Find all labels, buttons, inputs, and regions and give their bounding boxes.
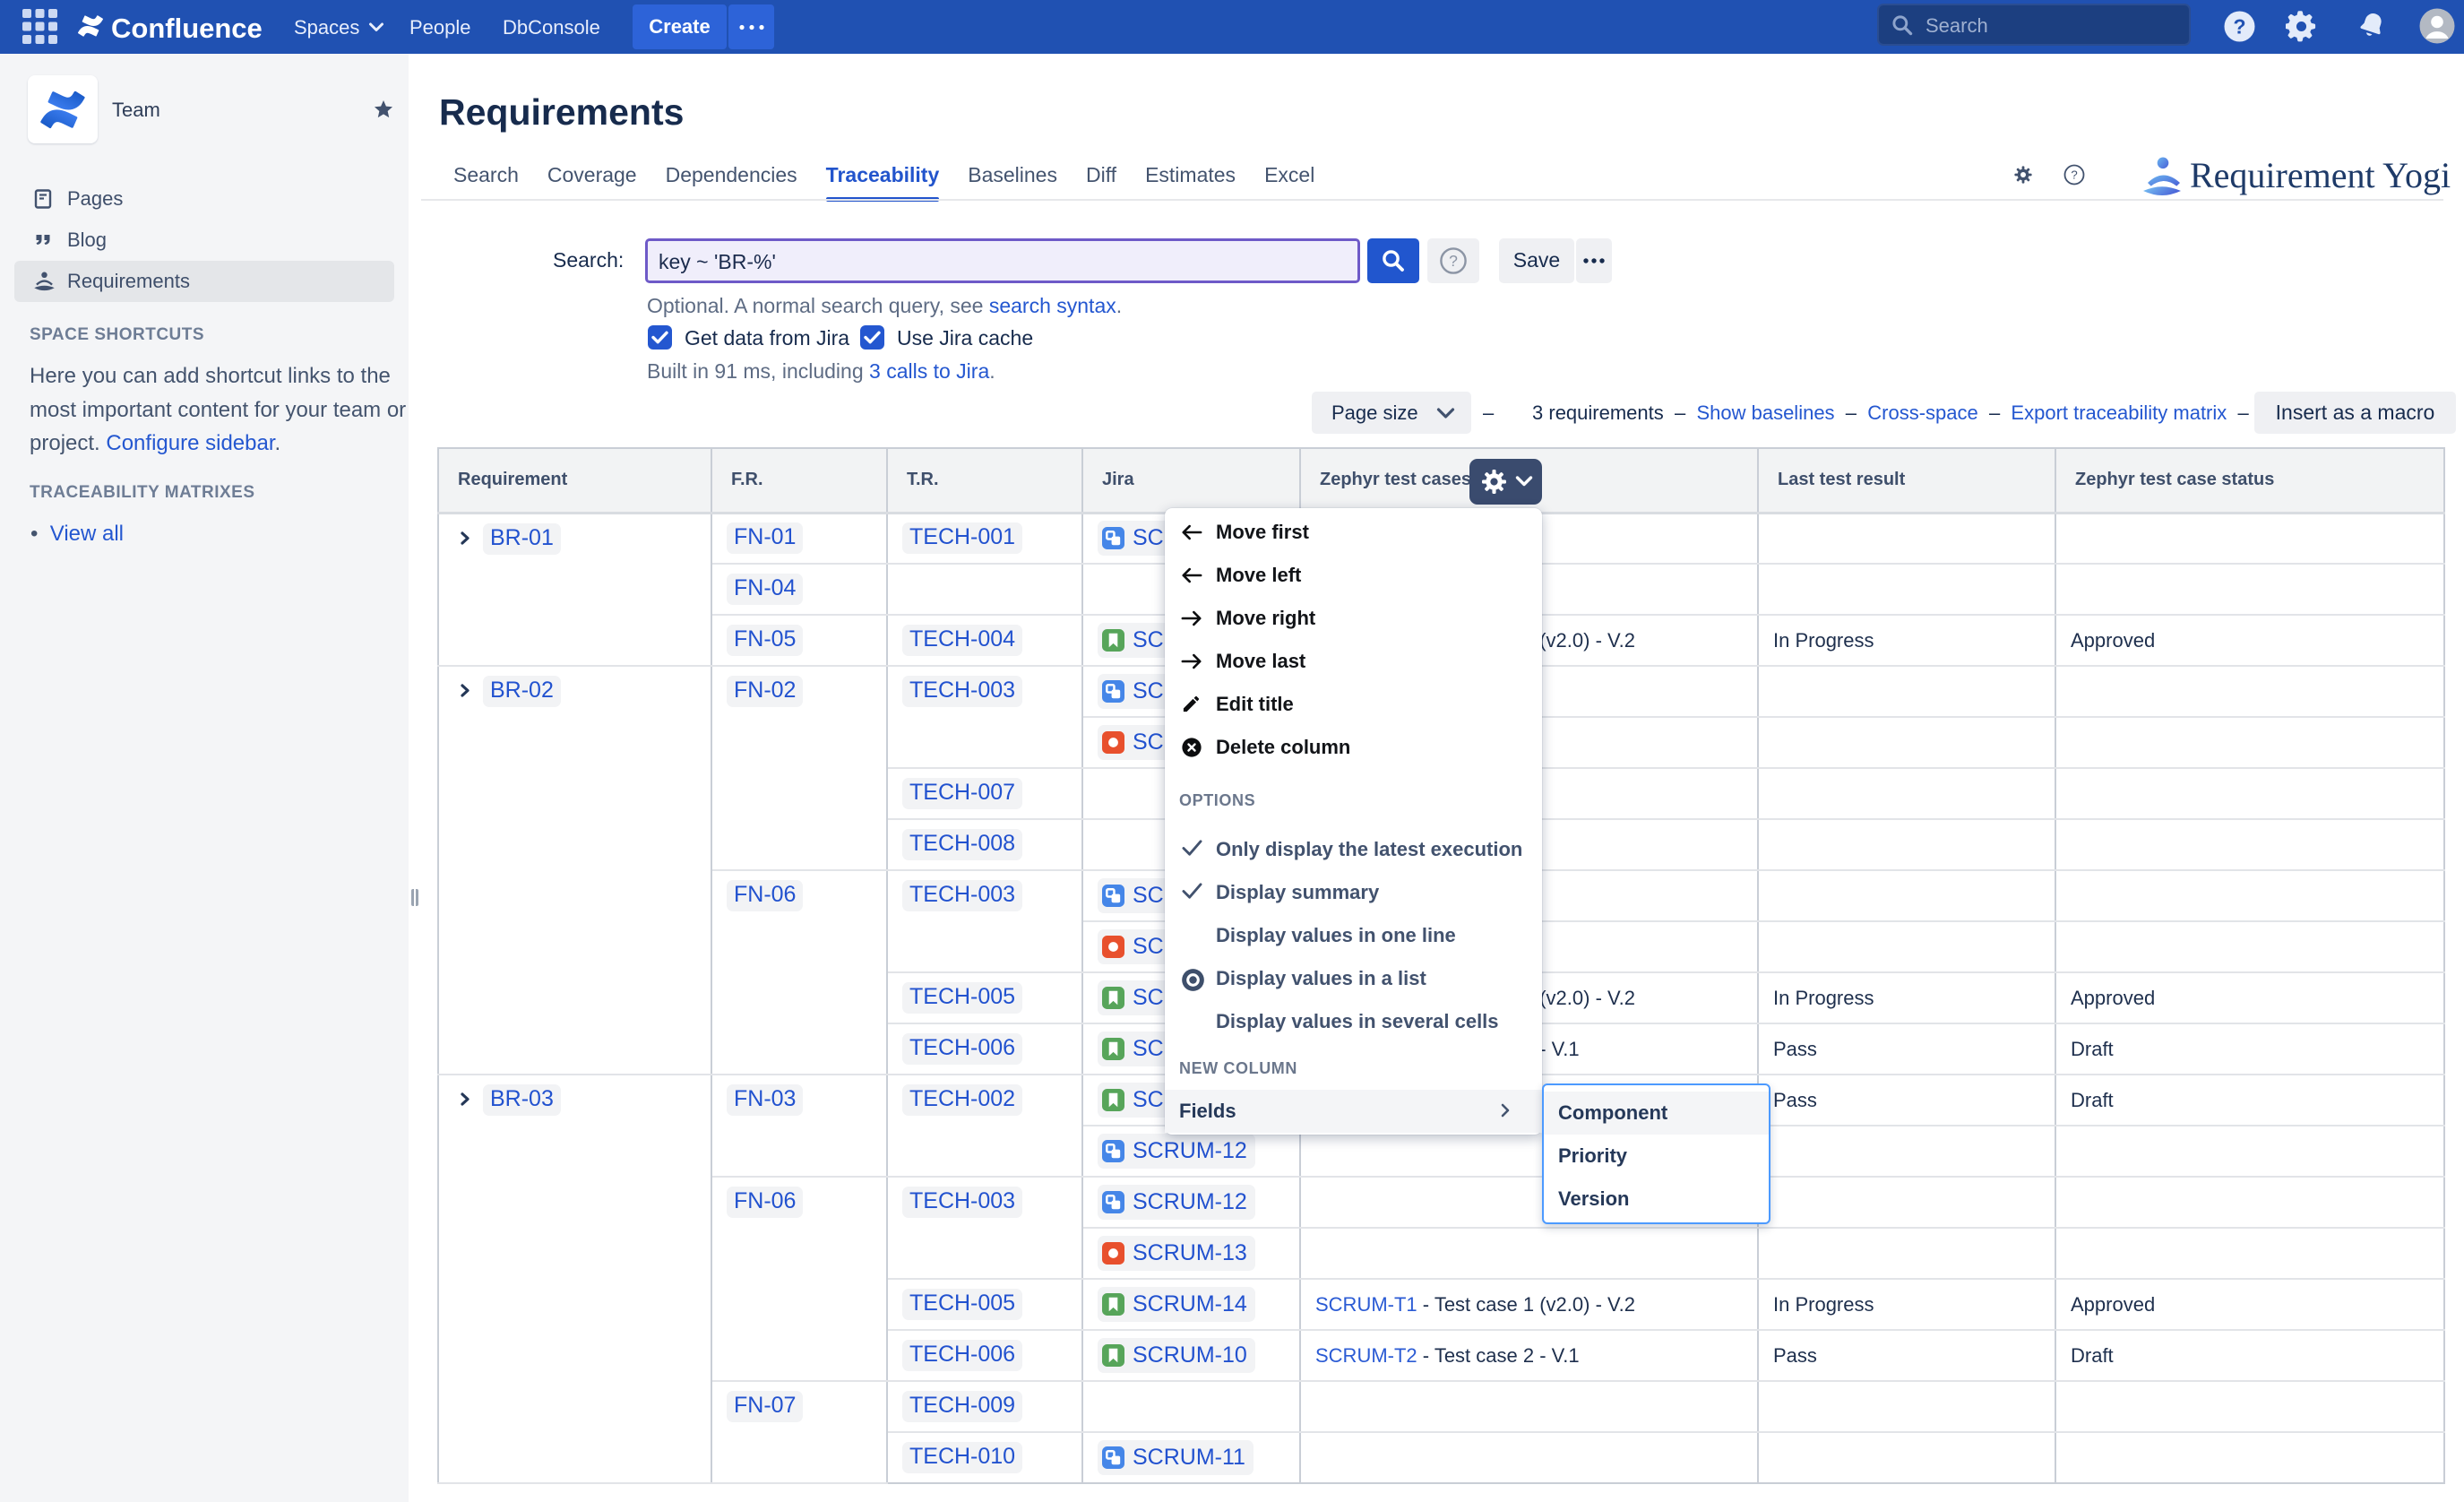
svg-text:?: ? — [1449, 252, 1458, 270]
svg-text:?: ? — [2071, 168, 2077, 182]
svg-text:?: ? — [2233, 15, 2245, 39]
